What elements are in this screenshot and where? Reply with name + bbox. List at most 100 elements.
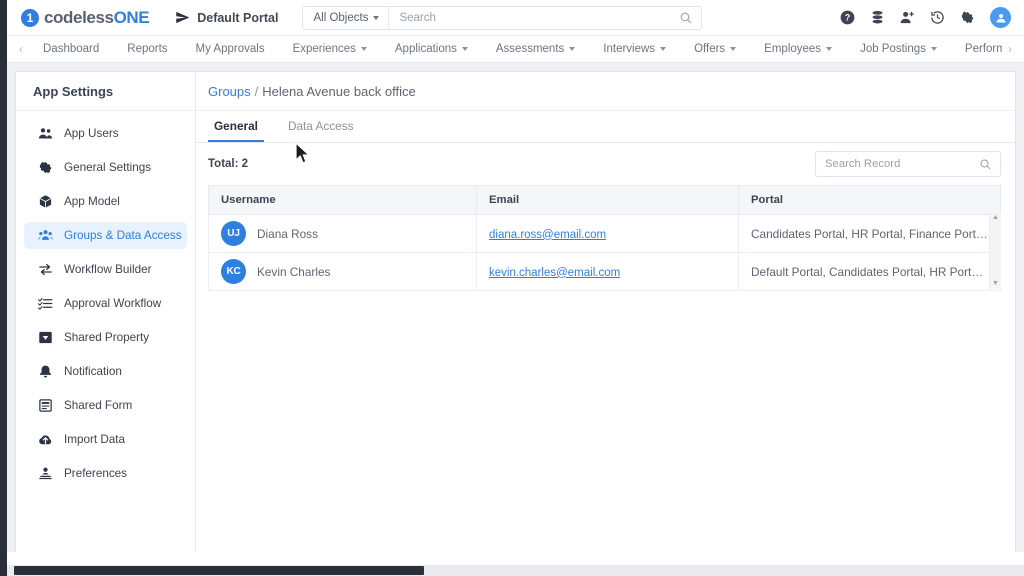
nav-item-interviews[interactable]: Interviews bbox=[589, 36, 680, 62]
gear-icon[interactable] bbox=[960, 10, 975, 25]
breadcrumb-current: Helena Avenue back office bbox=[262, 83, 416, 99]
nav-item-label: Reports bbox=[127, 43, 168, 55]
nav-item-performance-reviews[interactable]: Performance Reviews bbox=[951, 36, 1002, 62]
sidebar-item-label: Preferences bbox=[64, 467, 128, 480]
column-header-username[interactable]: Username bbox=[208, 185, 477, 215]
table-toolbar: Total: 2 bbox=[196, 143, 1015, 185]
scroll-up-icon[interactable]: ▲ bbox=[992, 214, 999, 221]
chevron-down-icon bbox=[461, 47, 468, 51]
email-link[interactable]: kevin.charles@email.com bbox=[489, 267, 620, 279]
tab-general[interactable]: General bbox=[208, 119, 264, 142]
email-link[interactable]: diana.ross@email.com bbox=[489, 229, 606, 241]
cell-email: kevin.charles@email.com bbox=[476, 252, 739, 291]
sidebar-item-shared-property[interactable]: Shared Property bbox=[24, 324, 187, 351]
nav-item-offers[interactable]: Offers bbox=[680, 36, 750, 62]
nav-item-employees[interactable]: Employees bbox=[750, 36, 846, 62]
top-bar-icons: ? bbox=[840, 7, 1024, 28]
nav-item-label: Assessments bbox=[495, 43, 565, 55]
column-header-portal[interactable]: Portal bbox=[738, 185, 1001, 215]
sidebar-item-import-data[interactable]: Import Data bbox=[24, 426, 187, 453]
username-text: Diana Ross bbox=[257, 226, 318, 241]
nav-item-applications[interactable]: Applications bbox=[381, 36, 482, 62]
sidebar-item-workflow-builder[interactable]: Workflow Builder bbox=[24, 256, 187, 283]
chevron-down-icon bbox=[660, 47, 667, 51]
chevron-down-icon bbox=[569, 47, 576, 51]
cube-icon bbox=[39, 195, 52, 208]
tag-square-icon bbox=[39, 331, 52, 344]
tab-data-access[interactable]: Data Access bbox=[282, 119, 360, 142]
nav-item-reports[interactable]: Reports bbox=[113, 36, 181, 62]
nav-item-label: Job Postings bbox=[860, 43, 926, 55]
search-icon[interactable] bbox=[979, 158, 991, 170]
sidebar-item-app-model[interactable]: App Model bbox=[24, 188, 187, 215]
record-search bbox=[815, 151, 1001, 177]
portal-selector[interactable]: Default Portal bbox=[175, 10, 278, 25]
database-icon[interactable] bbox=[870, 10, 885, 25]
chevron-down-icon bbox=[930, 47, 937, 51]
record-search-input[interactable] bbox=[825, 158, 979, 170]
table-row[interactable]: UJ Diana Ross diana.ross@email.com Candidat… bbox=[208, 214, 1001, 253]
sidebar-item-notification[interactable]: Notification bbox=[24, 358, 187, 385]
nav-item-job-postings[interactable]: Job Postings bbox=[846, 36, 951, 62]
content-tabs: General Data Access bbox=[196, 111, 1015, 143]
chevron-down-icon bbox=[730, 47, 737, 51]
portal-selector-label: Default Portal bbox=[197, 10, 279, 25]
logo-text-accent: ONE bbox=[113, 7, 150, 27]
arrows-exchange-icon bbox=[39, 263, 52, 276]
object-filter-dropdown[interactable]: All Objects bbox=[303, 6, 390, 29]
nav-item-label: Interviews bbox=[603, 43, 656, 55]
sidebar-item-general-settings[interactable]: General Settings bbox=[24, 154, 187, 181]
svg-text:?: ? bbox=[845, 13, 850, 23]
nav-item-label: Performance Reviews bbox=[964, 43, 1002, 55]
horizontal-scrollbar[interactable] bbox=[7, 565, 1024, 576]
nav-item-my-approvals[interactable]: My Approvals bbox=[182, 36, 279, 62]
sidebar-item-label: Groups & Data Access bbox=[64, 229, 182, 242]
nav-prev-button[interactable]: ‹ bbox=[13, 42, 29, 56]
sidebar-items: App Users General Settings App Model Groups… bbox=[16, 111, 195, 487]
sidebar-item-shared-form[interactable]: Shared Form bbox=[24, 392, 187, 419]
sidebar-title: App Settings bbox=[16, 72, 195, 111]
table-row[interactable]: KC Kevin Charles kevin.charles@email.com De… bbox=[208, 252, 1001, 291]
content-panel: App Settings App Users General Settings Ap… bbox=[15, 71, 1016, 552]
breadcrumb-separator: / bbox=[254, 83, 259, 99]
main-nav: ‹ Dashboard Reports My Approvals Experience… bbox=[7, 36, 1024, 63]
nav-item-experiences[interactable]: Experiences bbox=[279, 36, 381, 62]
nav-item-dashboard[interactable]: Dashboard bbox=[29, 36, 113, 62]
search-icon[interactable] bbox=[679, 11, 701, 24]
cell-username: KC Kevin Charles bbox=[208, 252, 477, 291]
app-logo[interactable]: 1 codelessONE bbox=[21, 7, 150, 28]
nav-item-label: My Approvals bbox=[195, 43, 265, 55]
table-header-row: Username Email Portal bbox=[208, 185, 1001, 215]
history-icon[interactable] bbox=[930, 10, 945, 25]
sidebar-item-label: Approval Workflow bbox=[64, 297, 162, 310]
breadcrumb-root-link[interactable]: Groups bbox=[208, 84, 251, 99]
circle-one-logo-icon: 1 bbox=[21, 8, 39, 27]
logo-text: codelessONE bbox=[44, 7, 150, 28]
person-settings-icon bbox=[39, 467, 52, 480]
username-text: Kevin Charles bbox=[257, 264, 331, 279]
checklist-icon bbox=[38, 297, 53, 310]
nav-item-label: Dashboard bbox=[43, 43, 100, 55]
total-count-label: Total: 2 bbox=[208, 158, 249, 170]
sidebar-item-app-users[interactable]: App Users bbox=[24, 120, 187, 147]
users-icon bbox=[38, 128, 53, 139]
send-icon bbox=[176, 11, 190, 24]
nav-item-assessments[interactable]: Assessments bbox=[482, 36, 589, 62]
column-header-email[interactable]: Email bbox=[476, 185, 739, 215]
page-body: App Settings App Users General Settings Ap… bbox=[7, 63, 1024, 552]
sidebar-item-groups-data-access[interactable]: Groups & Data Access bbox=[24, 222, 187, 249]
search-input[interactable] bbox=[389, 6, 680, 29]
chevron-down-icon bbox=[360, 47, 367, 51]
horizontal-scrollbar-thumb[interactable] bbox=[14, 566, 424, 575]
object-filter-label: All Objects bbox=[313, 11, 369, 24]
gear-icon bbox=[39, 161, 52, 174]
scroll-down-icon[interactable]: ▼ bbox=[992, 280, 999, 287]
sidebar-item-preferences[interactable]: Preferences bbox=[24, 460, 187, 487]
sidebar-item-approval-workflow[interactable]: Approval Workflow bbox=[24, 290, 187, 317]
table-vertical-scrollbar[interactable]: ▲ ▼ bbox=[989, 212, 1001, 289]
nav-next-button[interactable]: › bbox=[1002, 42, 1018, 56]
global-search: All Objects bbox=[302, 5, 703, 30]
help-icon[interactable]: ? bbox=[840, 10, 855, 25]
add-user-icon[interactable] bbox=[900, 10, 915, 25]
user-avatar[interactable] bbox=[990, 7, 1011, 28]
